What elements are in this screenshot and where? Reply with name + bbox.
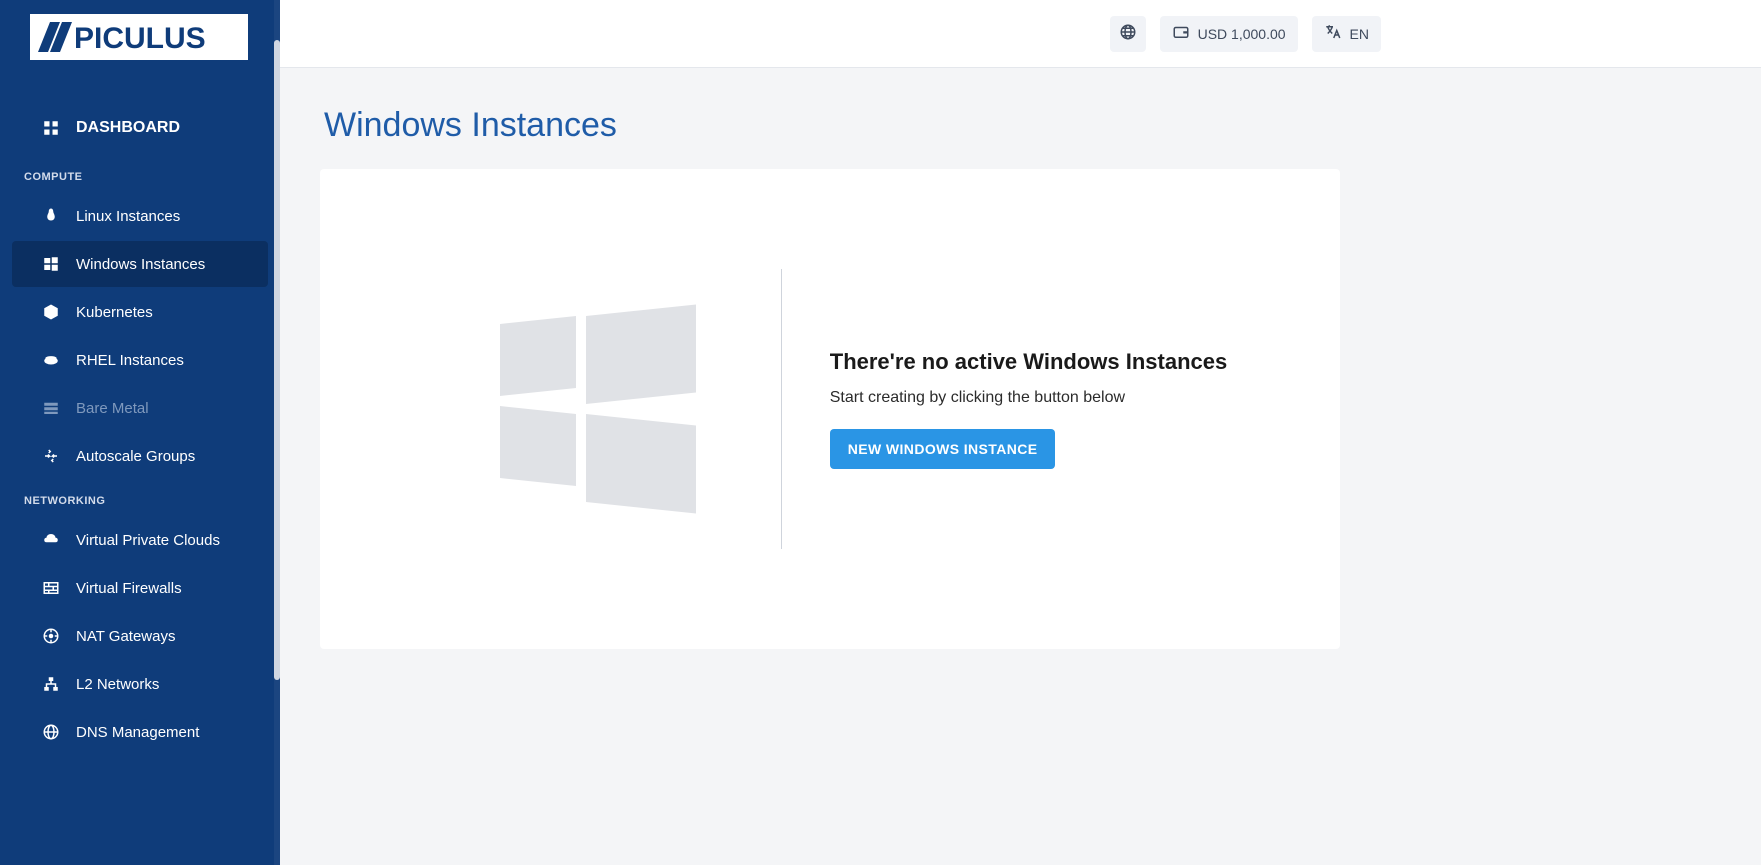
dns-icon — [42, 723, 60, 741]
empty-state-subtext: Start creating by clicking the button be… — [830, 389, 1227, 407]
new-windows-instance-button[interactable]: NEW WINDOWS INSTANCE — [830, 429, 1056, 469]
kubernetes-icon — [42, 303, 60, 321]
sidebar-item-label: L2 Networks — [76, 676, 159, 693]
sidebar-item-label: RHEL Instances — [76, 352, 184, 369]
empty-state-heading: There're no active Windows Instances — [830, 349, 1227, 375]
main: USD 1,000.00 EN Windows Instances Ther — [280, 0, 1761, 865]
translate-icon — [1324, 23, 1342, 44]
svg-text:PICULUS: PICULUS — [74, 22, 206, 55]
sidebar: PICULUS DASHBOARD COMPUTE Linux Instance… — [0, 0, 280, 865]
sidebar-item-label: Virtual Private Clouds — [76, 532, 220, 549]
sidebar-item-label: NAT Gateways — [76, 628, 175, 645]
sidebar-item-virtual-firewalls[interactable]: Virtual Firewalls — [12, 565, 268, 611]
autoscale-icon — [42, 447, 60, 465]
sidebar-item-l2-networks[interactable]: L2 Networks — [12, 661, 268, 707]
l2network-icon — [42, 675, 60, 693]
sidebar-item-label: DNS Management — [76, 724, 199, 741]
sidebar-item-label: Bare Metal — [76, 400, 149, 417]
sidebar-item-dns-management[interactable]: DNS Management — [12, 709, 268, 755]
vertical-divider — [781, 269, 782, 549]
wallet-icon — [1172, 23, 1190, 44]
sidebar-item-label: Virtual Firewalls — [76, 580, 182, 597]
sidebar-section-compute: COMPUTE — [0, 157, 280, 193]
firewall-icon — [42, 579, 60, 597]
sidebar-item-bare-metal: Bare Metal — [12, 385, 268, 431]
language-label: EN — [1350, 26, 1369, 42]
sidebar-item-kubernetes[interactable]: Kubernetes — [12, 289, 268, 335]
sidebar-scrollbar-thumb[interactable] — [274, 40, 280, 680]
language-button[interactable]: EN — [1312, 16, 1381, 52]
content: Windows Instances There're no active Win… — [280, 68, 1761, 865]
windows-logo-icon — [500, 316, 696, 502]
empty-state-card: There're no active Windows Instances Sta… — [320, 169, 1340, 649]
sidebar-item-label: Autoscale Groups — [76, 448, 195, 465]
redhat-icon — [42, 351, 60, 369]
brand-logo[interactable]: PICULUS — [0, 0, 280, 75]
sidebar-item-windows-instances[interactable]: Windows Instances — [12, 241, 268, 287]
balance-button[interactable]: USD 1,000.00 — [1160, 16, 1298, 52]
sidebar-item-label: DASHBOARD — [76, 119, 180, 137]
sidebar-item-rhel-instances[interactable]: RHEL Instances — [12, 337, 268, 383]
globe-icon — [1119, 23, 1137, 44]
vpc-icon — [42, 531, 60, 549]
sidebar-item-autoscale-groups[interactable]: Autoscale Groups — [12, 433, 268, 479]
baremetal-icon — [42, 399, 60, 417]
page-title: Windows Instances — [324, 106, 1721, 145]
windows-icon — [42, 255, 60, 273]
nat-icon — [42, 627, 60, 645]
dashboard-icon — [42, 119, 60, 137]
sidebar-item-nat-gateways[interactable]: NAT Gateways — [12, 613, 268, 659]
sidebar-item-vpc[interactable]: Virtual Private Clouds — [12, 517, 268, 563]
linux-icon — [42, 207, 60, 225]
sidebar-item-dashboard[interactable]: DASHBOARD — [12, 105, 268, 151]
sidebar-item-label: Kubernetes — [76, 304, 153, 321]
sidebar-item-linux-instances[interactable]: Linux Instances — [12, 193, 268, 239]
sidebar-item-label: Windows Instances — [76, 256, 205, 273]
balance-label: USD 1,000.00 — [1198, 26, 1286, 42]
brand-logo-text: PICULUS — [30, 14, 248, 60]
sidebar-section-networking: NETWORKING — [0, 481, 280, 517]
empty-state-illustration — [433, 316, 763, 502]
globe-button[interactable] — [1110, 16, 1146, 52]
sidebar-item-label: Linux Instances — [76, 208, 180, 225]
topbar: USD 1,000.00 EN — [280, 0, 1761, 68]
